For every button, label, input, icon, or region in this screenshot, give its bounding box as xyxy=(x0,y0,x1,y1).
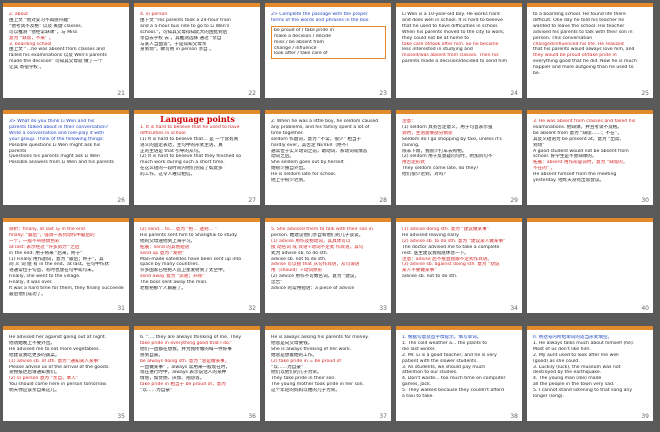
slide-number: 24 xyxy=(509,90,519,97)
slide-thumbnail[interactable]: He is always asking his parents for mone… xyxy=(265,326,391,421)
slide-line: 老板把那个人解雇了。 xyxy=(140,286,186,292)
slide-text: to a boarding school. He found life ther… xyxy=(527,7,653,77)
slide-thumbnail[interactable]: (1) advise doing sth. 意为 “建议做某事” He advi… xyxy=(396,218,522,313)
slide-line: advised his parents to talk with their s… xyxy=(533,29,633,35)
slide-text: 4. in person 由下文 "His parents took a 24-… xyxy=(134,7,260,53)
slide-line: The doctor advised me to take a complete xyxy=(402,244,500,250)
slide-thumbnail[interactable]: 3> What do you think Li Wen and his pare… xyxy=(3,110,129,205)
slide-number: 21 xyxy=(116,90,126,97)
slide-line: 他上学很少迟到。 xyxy=(271,178,308,184)
slide-line: advice 的常用短语：a piece of advice xyxy=(271,286,355,292)
slide-line: 这个年轻的妈妈以她的儿子为荣。 xyxy=(271,388,340,394)
slide-number: 40 xyxy=(640,305,650,312)
slide-line: parents talked about in their conversati… xyxy=(9,124,109,130)
slide-line: and does well in school. It is hard to b… xyxy=(402,17,503,23)
slide-line: advise sb. not to do sth. xyxy=(402,274,458,280)
slide-line: (2) advise sb. to do sth. 意为 “建议某人做某事” xyxy=(402,238,506,244)
slide-line: yesterday. 他昨天没有出席会议。 xyxy=(533,178,605,184)
slide-line: any problems, and his family spent a lot… xyxy=(271,124,370,130)
slide-line: 1. He always talks much about himself (h… xyxy=(533,340,635,346)
slide-number: 37 xyxy=(378,413,388,420)
slide-text: 5. She advised them to talk with their s… xyxy=(265,222,391,292)
slide-text: (1) advise doing sth. 意为 “建议做某事” He advi… xyxy=(396,222,522,280)
slide-number: 25 xyxy=(640,90,650,97)
slide-number: 34 xyxy=(509,305,519,312)
slide-text: Language points 1. It is hard to believe… xyxy=(134,114,260,178)
slide-line: be. xyxy=(533,71,541,77)
slide-number: 39 xyxy=(640,413,650,420)
slide-line: “以……为自豪” xyxy=(140,388,173,394)
slide-thumbnail[interactable]: 1. 根据句意及首字母提示，填写单词。 1. The cold weather … xyxy=(396,326,522,421)
slide-line: Possible answers from Li Wen and his par… xyxy=(9,160,114,166)
slide-text: 辨析：finally, at last 与 in the end finally… xyxy=(3,222,129,298)
slide-line: look after / take care of xyxy=(274,51,328,57)
slide-line: When his parents moved to the city to wo… xyxy=(402,29,505,35)
slide-thumbnail[interactable]: Language points 1. It is hard to believe… xyxy=(134,110,260,205)
slide-thumbnail[interactable]: 6. “…, they are always thinking of me. T… xyxy=(134,326,260,421)
slide-line: happier and more outgoing than he used t… xyxy=(533,65,634,71)
slide-thumbnail[interactable]: 辨析：finally, at last 与 in the end finally… xyxy=(3,218,129,313)
slide-thumbnail[interactable]: 4. in person 由下文 "His parents took a 24-… xyxy=(134,3,260,98)
slide-line: longer (long). xyxy=(533,394,565,400)
slide-line: Seldom do I go shopping by taxi, unless … xyxy=(402,136,502,142)
slide-text: 2> Complete the passage with the proper … xyxy=(265,7,391,60)
slide-line: a taxi to take. xyxy=(402,394,434,400)
slide-text: 3. He was absent from classes and failed… xyxy=(527,114,653,184)
slide-text: Li Wen is a 10-year-old boy. He works ha… xyxy=(396,7,522,65)
slide-text: II. 用括号内所给单词的适当形式填空。 1. He always talks … xyxy=(527,330,653,400)
slide-thumbnail[interactable]: 3. He was absent from classes and failed… xyxy=(527,110,653,205)
slide-thumbnail[interactable]: (2) send… to… 意为 “把… 送到… ” His parents s… xyxy=(134,218,260,313)
slide-text: He advised her against going out at nigh… xyxy=(3,330,129,394)
slide-number: 26 xyxy=(116,197,126,204)
slide-number: 22 xyxy=(247,90,257,97)
slide-line: His parents sent him to Shanghai to stud… xyxy=(140,232,238,238)
slide-text: 注意： (1) seldom 具有否定意义，用于句首表示强 调时，主语需要部分倒… xyxy=(396,114,522,178)
slide-line: 他们很少迟到，对吗？ xyxy=(402,172,448,178)
slide-line: 身到场"，故可用 in person 亲自 。 xyxy=(140,47,214,53)
slide-grid: 2. about 由上文 “他对妥习不再感兴趣” “他考试不及格” 以及 关键 … xyxy=(0,0,660,432)
slide-number: 29 xyxy=(509,197,519,204)
slide-thumbnail[interactable]: Li Wen is a 10-year-old boy. He works ha… xyxy=(396,3,522,98)
slide-number: 23 xyxy=(378,90,388,97)
slide-thumbnail[interactable]: to a boarding school. He found life ther… xyxy=(527,3,653,98)
slide-text: 2. about 由上文 “他对妥习不再感兴趣” “他考试不及格” 以及 关键 … xyxy=(3,7,129,71)
slide-number: 30 xyxy=(640,197,650,204)
slide-thumbnail[interactable]: II. 用括号内所给单词的适当形式填空。 1. He always talks … xyxy=(527,326,653,421)
slide-line: 1. It is hard to believe that he used to… xyxy=(140,124,240,130)
slide-number: 33 xyxy=(378,305,388,312)
slide-line: forms of the words and phrases in the bo… xyxy=(271,17,370,23)
slide-text: (2) send… to… 意为 “把… 送到… ” His parents s… xyxy=(134,222,260,292)
slide-number: 35 xyxy=(116,413,126,420)
slide-thumbnail[interactable]: 2. about 由上文 “他对妥习不再感兴趣” “他考试不及格” 以及 关键 … xyxy=(3,3,129,98)
slide-number: 31 xyxy=(116,305,126,312)
slide-text: He is always asking his parents for mone… xyxy=(265,330,391,394)
slide-line: (1) It is hard to believe that… 是 一个含有真 xyxy=(140,136,239,142)
slide-text: 1. 根据句意及首字母提示，填写单词。 1. The cold weather … xyxy=(396,330,522,400)
slide-text: 2. When he was a little boy, he seldom c… xyxy=(265,114,391,184)
slide-thumbnail[interactable]: 注意： (1) seldom 具有否定意义，用于句首表示强 调时，主语需要部分倒… xyxy=(396,110,522,205)
slide-thumbnail[interactable]: 2. When he was a little boy, he seldom c… xyxy=(265,110,391,205)
slide-number: 38 xyxy=(509,413,519,420)
slide-line: 明天你应该亲自来这儿。 xyxy=(9,388,60,394)
slide-thumbnail[interactable]: 5. She advised them to talk with their s… xyxy=(265,218,391,313)
slide-number: 36 xyxy=(247,413,257,420)
slide-thumbnail[interactable]: 2> Complete the passage with the proper … xyxy=(265,3,391,98)
slide-text: 6. “…, they are always thinking of me. T… xyxy=(134,330,260,394)
slide-text: 3> What do you think Li Wen and his pare… xyxy=(3,114,129,166)
slide-line: 让其 寄宿学校 。 xyxy=(9,65,45,71)
slide-line: 最后他们成功了。 xyxy=(9,291,46,297)
slide-line: parents made a decision/decided to send … xyxy=(402,59,508,65)
slide-number: 27 xyxy=(247,197,257,204)
word-box: be proud of / take pride in make a decis… xyxy=(271,25,386,60)
slide-thumbnail[interactable]: 40 xyxy=(527,218,653,313)
slide-number: 28 xyxy=(378,197,388,204)
slide-number: 32 xyxy=(247,305,257,312)
section-title: Language points xyxy=(160,114,235,124)
slide-line: 的工作，这令人难以相信。 xyxy=(140,172,196,178)
slide-thumbnail[interactable]: He advised her against going out at nigh… xyxy=(3,326,129,421)
